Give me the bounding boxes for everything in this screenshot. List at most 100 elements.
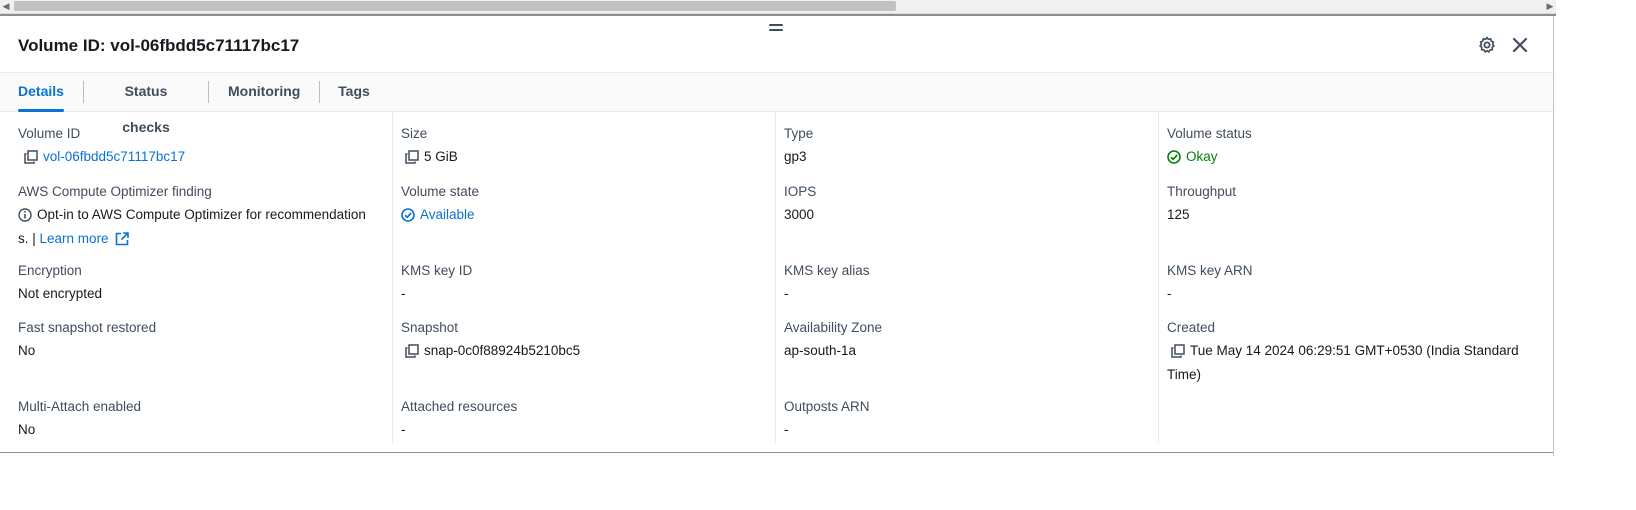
status-info-icon — [401, 207, 415, 228]
volume-id-link[interactable]: vol-06fbdd5c71117bc17 — [43, 149, 185, 164]
scroll-left-arrow-icon[interactable]: ◀ — [0, 0, 12, 13]
field-iops: IOPS 3000 — [784, 183, 1154, 225]
field-label: Snapshot — [401, 320, 459, 335]
field-outposts-arn: Outposts ARN - — [784, 398, 1154, 440]
field-volume-status: Volume status Okay — [1167, 125, 1537, 170]
tab-tags[interactable]: Tags — [338, 73, 370, 111]
tab-bar: Details Status checks Monitoring Tags — [0, 72, 1553, 135]
learn-more-link[interactable]: Learn more — [40, 231, 109, 246]
field-value: Okay — [1167, 146, 1537, 170]
copy-icon[interactable] — [405, 149, 419, 170]
field-label: KMS key alias — [784, 263, 870, 278]
field-type: Type gp3 — [784, 125, 1154, 167]
field-availability-zone: Availability Zone ap-south-1a — [784, 319, 1154, 361]
field-value: Available — [401, 204, 771, 228]
panel-title: Volume ID: vol-06fbdd5c71117bc17 — [18, 36, 300, 55]
details-column-1: Volume ID vol-06fbdd5c71117bc17 AWS Comp… — [18, 111, 391, 443]
field-kms-key-id: KMS key ID - — [401, 262, 771, 304]
settings-gear-icon[interactable] — [1478, 36, 1498, 56]
split-panel: Volume ID: vol-06fbdd5c71117bc17 Details… — [0, 16, 1553, 452]
field-label: Type — [784, 126, 814, 141]
tab-status-checks[interactable]: Status checks — [102, 73, 190, 135]
tab-divider — [319, 81, 320, 103]
field-label: KMS key ARN — [1167, 263, 1253, 278]
field-created: Created Tue May 14 2024 06:29:51 GMT+053… — [1167, 319, 1539, 385]
field-value: 3000 — [784, 207, 815, 222]
external-link-icon[interactable] — [115, 231, 130, 252]
close-icon[interactable] — [1511, 36, 1531, 56]
created-value: Tue May 14 2024 06:29:51 GMT+0530 (India… — [1190, 343, 1519, 358]
tab-divider — [208, 81, 209, 103]
field-volume-id: Volume ID vol-06fbdd5c71117bc17 — [18, 125, 388, 170]
copy-icon[interactable] — [405, 343, 419, 364]
field-compute-optimizer: AWS Compute Optimizer finding Opt-in to … — [18, 183, 388, 252]
field-value: No — [18, 422, 36, 437]
field-value: - — [784, 422, 789, 437]
created-value-cont: Time) — [1167, 367, 1201, 382]
copy-icon[interactable] — [24, 149, 38, 170]
field-value: gp3 — [784, 149, 807, 164]
scroll-right-arrow-icon[interactable]: ▶ — [1544, 0, 1556, 13]
field-value: - — [1167, 286, 1172, 301]
field-multi-attach: Multi-Attach enabled No — [18, 398, 388, 440]
field-value: - — [784, 286, 789, 301]
field-value: Not encrypted — [18, 286, 103, 301]
horizontal-scrollbar[interactable]: ◀ ▶ — [0, 0, 1556, 14]
field-value: - — [401, 286, 406, 301]
field-fast-snapshot: Fast snapshot restored No — [18, 319, 388, 361]
field-value: 5 GiB — [401, 146, 771, 170]
field-value: vol-06fbdd5c71117bc17 — [18, 146, 388, 170]
field-label: Created — [1167, 320, 1216, 335]
copy-icon[interactable] — [1171, 343, 1185, 364]
snapshot-value: snap-0c0f88924b5210bc5 — [424, 343, 581, 358]
panel-right-border — [1553, 16, 1554, 456]
panel-bottom-border — [0, 452, 1553, 453]
field-encryption: Encryption Not encrypted — [18, 262, 388, 304]
field-value: snap-0c0f88924b5210bc5 — [401, 340, 771, 364]
volume-status-value: Okay — [1186, 149, 1218, 164]
field-size: Size 5 GiB — [401, 125, 771, 170]
field-value: - — [401, 422, 406, 437]
field-throughput: Throughput 125 — [1167, 183, 1537, 225]
field-label: KMS key ID — [401, 263, 473, 278]
optimizer-text-cont: s. | — [18, 231, 36, 246]
volume-state-value: Available — [420, 207, 475, 222]
tab-label: Details — [18, 83, 64, 99]
field-kms-key-alias: KMS key alias - — [784, 262, 1154, 304]
field-label: IOPS — [784, 184, 817, 199]
size-value: 5 GiB — [424, 149, 458, 164]
field-label: Throughput — [1167, 184, 1237, 199]
details-column-4: Volume status Okay Throughput 125 KMS ke… — [1158, 111, 1549, 443]
field-volume-state: Volume state Available — [401, 183, 771, 228]
details-column-2: Size 5 GiB Volume state Available KMS ke… — [392, 111, 775, 443]
field-value: No — [18, 343, 36, 358]
field-kms-key-arn: KMS key ARN - — [1167, 262, 1537, 304]
tab-label: Tags — [338, 83, 370, 99]
field-label: Fast snapshot restored — [18, 320, 157, 335]
field-value: Opt-in to AWS Compute Optimizer for reco… — [18, 204, 388, 252]
field-label: Attached resources — [401, 399, 518, 414]
field-label: Encryption — [18, 263, 82, 278]
tab-details[interactable]: Details — [18, 73, 64, 112]
field-label: Multi-Attach enabled — [18, 399, 142, 414]
field-value: 125 — [1167, 207, 1190, 222]
details-column-3: Type gp3 IOPS 3000 KMS key alias - Avail… — [775, 111, 1158, 443]
field-value: ap-south-1a — [784, 343, 857, 358]
field-label: Outposts ARN — [784, 399, 870, 414]
tab-monitoring[interactable]: Monitoring — [228, 73, 300, 111]
optimizer-text: Opt-in to AWS Compute Optimizer for reco… — [37, 207, 366, 222]
field-attached-resources: Attached resources - — [401, 398, 771, 440]
field-snapshot: Snapshot snap-0c0f88924b5210bc5 — [401, 319, 771, 364]
field-label: Size — [401, 126, 428, 141]
tab-divider — [83, 81, 84, 103]
field-label: Volume state — [401, 184, 480, 199]
field-label: AWS Compute Optimizer finding — [18, 184, 212, 199]
status-positive-icon — [1167, 149, 1181, 170]
field-label: Availability Zone — [784, 320, 883, 335]
field-label: Volume ID — [18, 126, 81, 141]
field-label: Volume status — [1167, 126, 1252, 141]
tab-label: Monitoring — [228, 83, 301, 99]
info-icon — [18, 207, 32, 228]
scrollbar-thumb[interactable] — [14, 1, 896, 11]
panel-header: Volume ID: vol-06fbdd5c71117bc17 — [0, 16, 1553, 72]
